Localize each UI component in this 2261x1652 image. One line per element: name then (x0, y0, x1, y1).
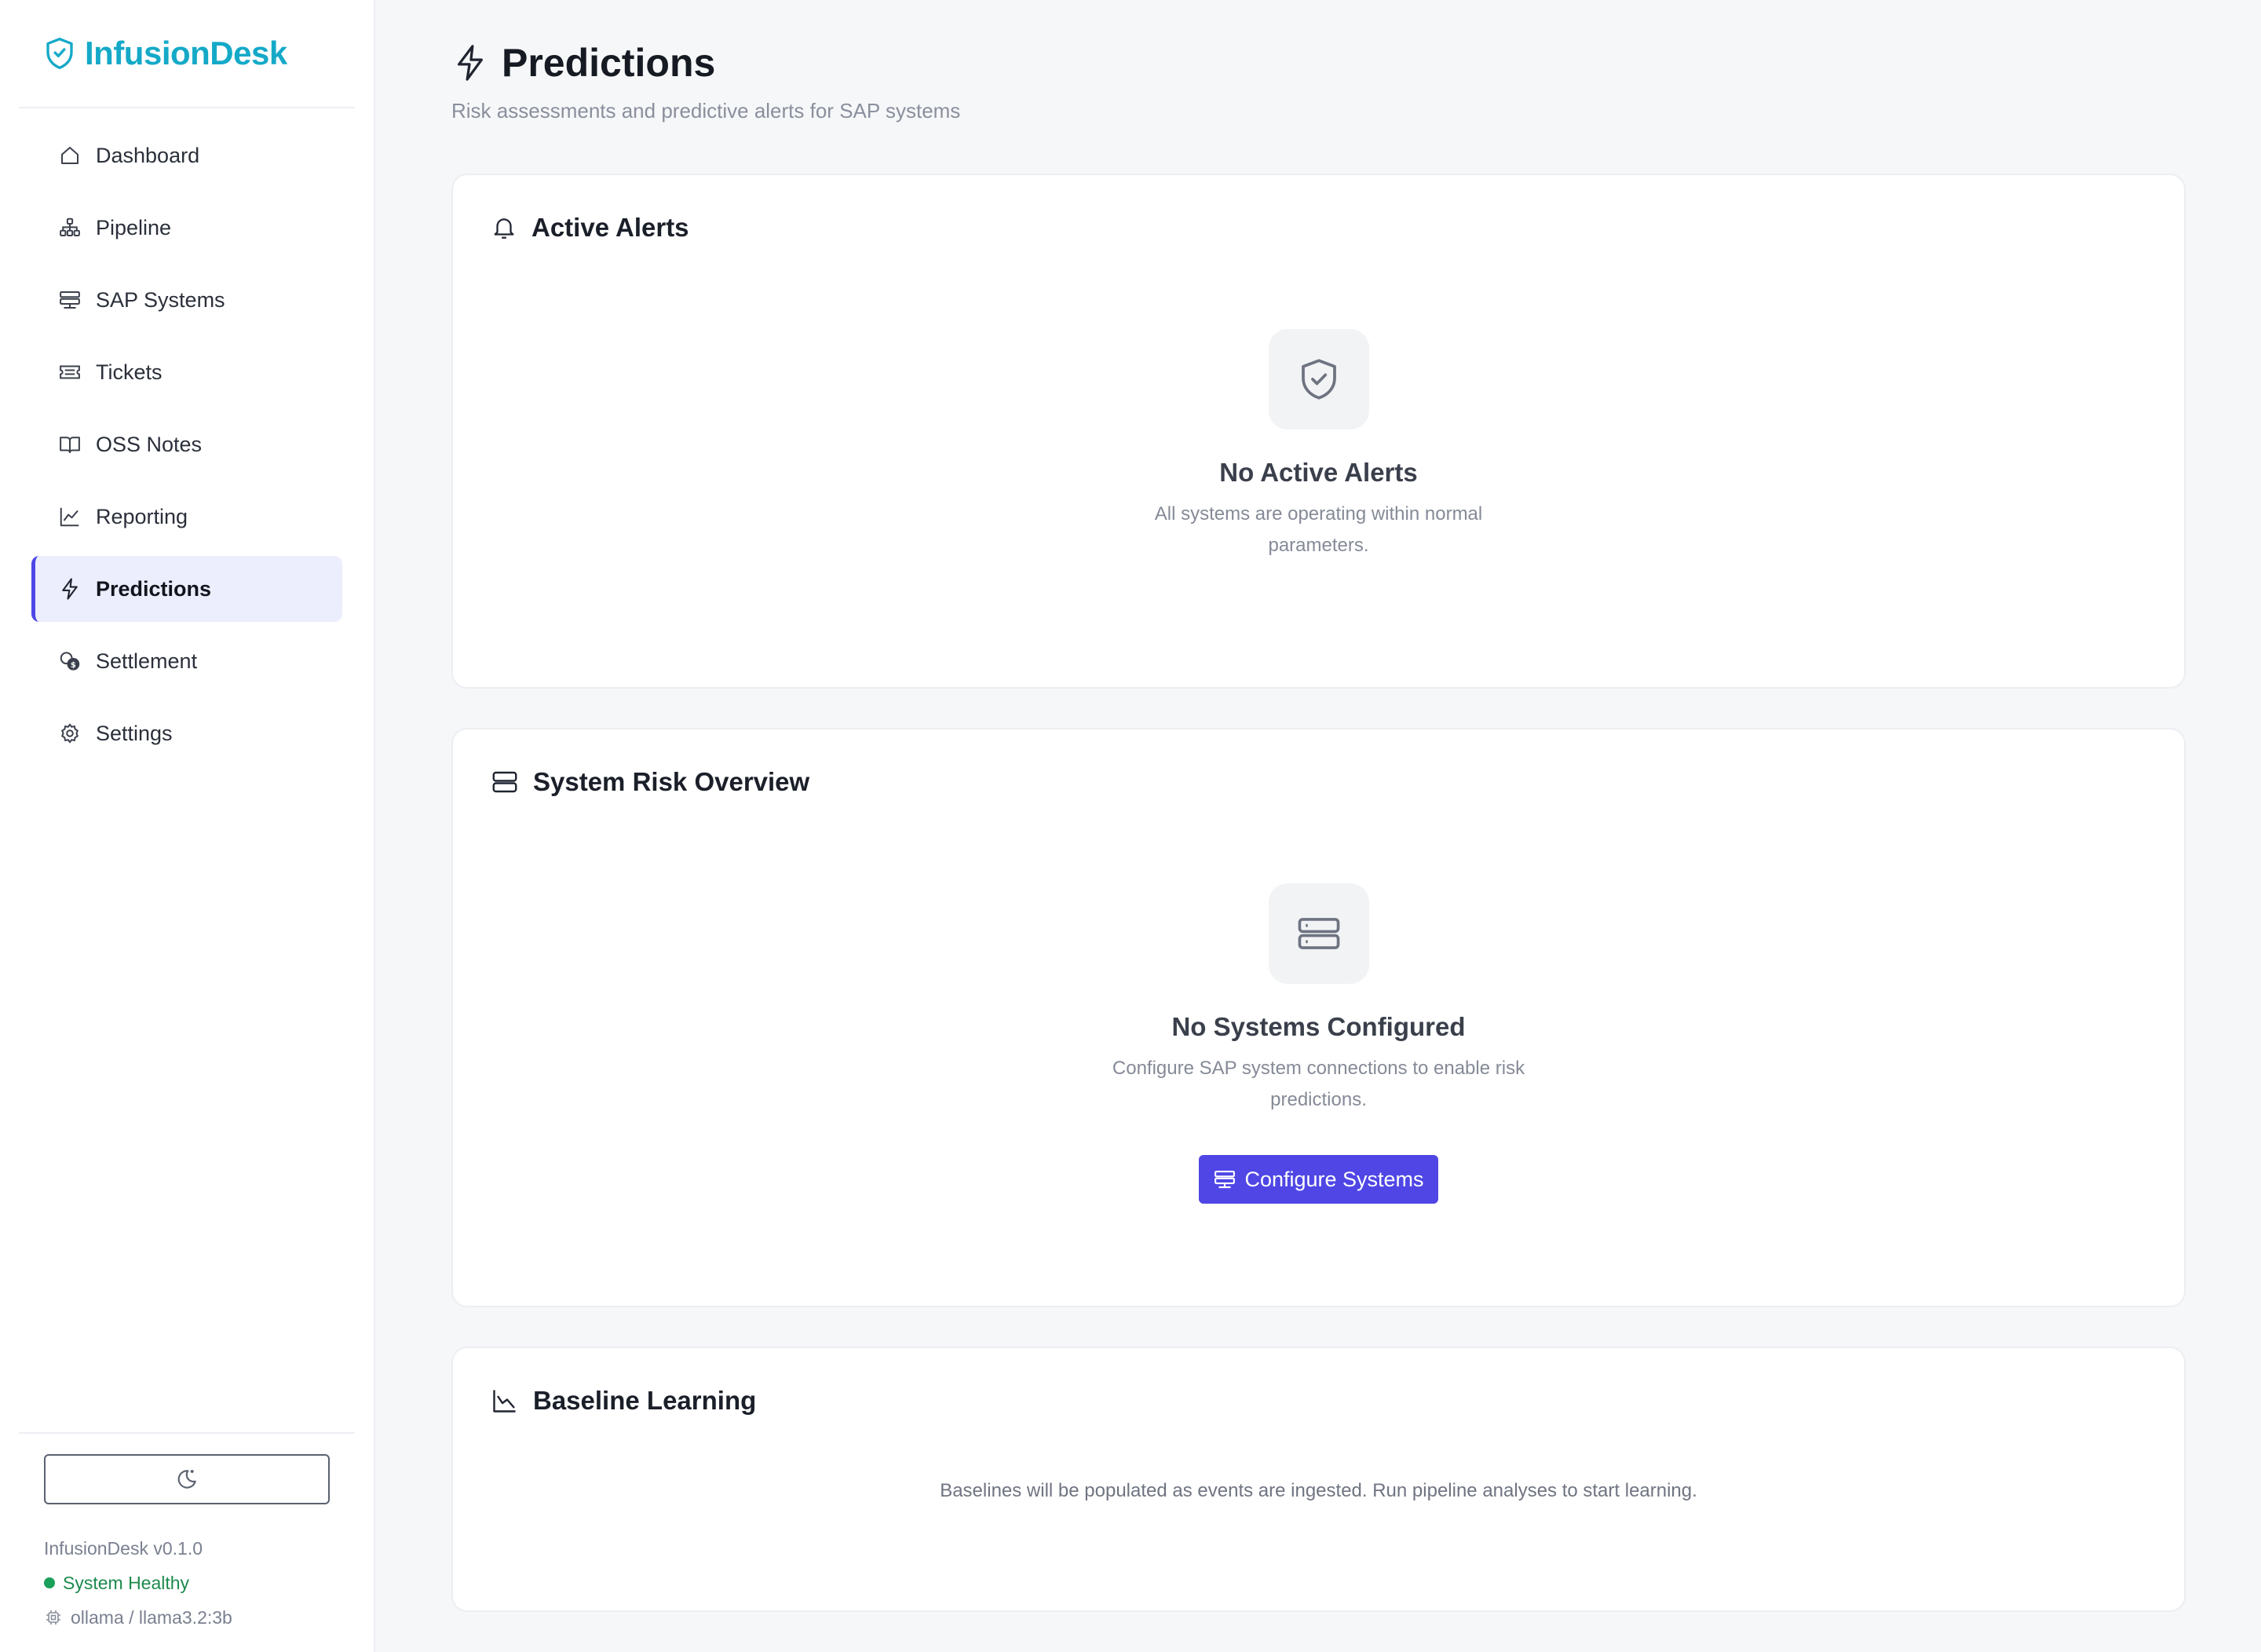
card-title: Baseline Learning (533, 1386, 757, 1415)
baseline-description: Baselines will be populated as events ar… (940, 1480, 1697, 1501)
server-icon (1213, 1168, 1236, 1191)
coins-icon: $ (58, 649, 82, 673)
sidebar-item-label: Pipeline (96, 215, 172, 239)
cpu-icon (44, 1608, 63, 1627)
pipeline-icon (58, 216, 82, 239)
sidebar-item-label: Predictions (96, 576, 212, 601)
empty-title: No Systems Configured (1171, 1012, 1466, 1041)
sidebar-item-predictions[interactable]: Predictions (31, 556, 342, 622)
brand-name: InfusionDesk (85, 35, 287, 71)
page-subtitle: Risk assessments and predictive alerts f… (451, 99, 961, 122)
sidebar-item-label: Tickets (96, 360, 163, 384)
card-title: System Risk Overview (533, 767, 810, 796)
sidebar-item-pipeline[interactable]: Pipeline (31, 195, 342, 261)
sidebar-item-label: Settings (96, 721, 173, 745)
baseline-learning-card: Baseline Learning Baselines will be popu… (451, 1347, 2186, 1612)
button-label: Configure Systems (1244, 1167, 1424, 1191)
home-icon (58, 144, 82, 167)
sidebar-item-label: Dashboard (96, 143, 200, 167)
sidebar-item-label: OSS Notes (96, 432, 203, 456)
chart-icon (491, 1387, 519, 1415)
chart-icon (58, 505, 82, 528)
app-version: InfusionDesk v0.1.0 (44, 1537, 203, 1559)
server-icon (491, 768, 519, 796)
empty-state: No Active Alerts All systems are operati… (453, 329, 2184, 561)
server-stack-icon (1268, 883, 1369, 984)
ticket-icon (58, 360, 82, 384)
model-label: ollama / llama3.2:3b (71, 1606, 232, 1628)
shield-logo-icon (44, 36, 75, 71)
sidebar: InfusionDesk Dashboard Pipeline SAP Syst… (0, 0, 375, 1652)
card-header: Baseline Learning (453, 1348, 2184, 1416)
sidebar-item-settlement[interactable]: $ Settlement (31, 628, 342, 694)
shield-check-icon (1268, 329, 1369, 429)
main-content: Predictions Risk assessments and predict… (375, 0, 2261, 1652)
sidebar-item-sap-systems[interactable]: SAP Systems (31, 267, 342, 333)
sidebar-item-oss-notes[interactable]: OSS Notes (31, 411, 342, 477)
configure-systems-button[interactable]: Configure Systems (1199, 1155, 1438, 1204)
empty-title: No Active Alerts (1219, 458, 1418, 487)
sidebar-item-dashboard[interactable]: Dashboard (31, 122, 342, 188)
system-risk-card: System Risk Overview No Systems Configur… (451, 728, 2186, 1307)
theme-toggle-button[interactable] (44, 1454, 330, 1504)
card-title: Active Alerts (531, 213, 689, 242)
sidebar-footer: InfusionDesk v0.1.0 System Healthy ollam… (19, 1432, 355, 1635)
model-info: ollama / llama3.2:3b (44, 1600, 330, 1635)
health-label: System Healthy (63, 1572, 190, 1593)
app-root: InfusionDesk Dashboard Pipeline SAP Syst… (0, 0, 2261, 1652)
sidebar-item-settings[interactable]: Settings (31, 700, 342, 766)
sidebar-item-label: Reporting (96, 504, 188, 528)
sidebar-item-reporting[interactable]: Reporting (31, 484, 342, 550)
page-title: Predictions (502, 41, 716, 85)
sidebar-item-label: Settlement (96, 649, 198, 673)
empty-description: Configure SAP system connections to enab… (1112, 1058, 1525, 1110)
system-health-status: System Healthy (44, 1566, 330, 1600)
bell-icon (491, 214, 517, 242)
book-icon (58, 433, 82, 456)
svg-text:$: $ (71, 661, 76, 670)
sidebar-nav: Dashboard Pipeline SAP Systems Tickets O… (0, 108, 374, 766)
empty-state: No Systems Configured Configure SAP syst… (453, 883, 2184, 1204)
gear-icon (58, 722, 82, 745)
page-header: Predictions (451, 35, 2186, 91)
server-icon (58, 288, 82, 312)
active-alerts-card: Active Alerts No Active Alerts All syste… (451, 174, 2186, 689)
brand[interactable]: InfusionDesk (19, 0, 355, 108)
status-dot-icon (44, 1577, 55, 1588)
lightning-icon (58, 577, 82, 601)
lightning-icon (451, 42, 488, 83)
card-header: System Risk Overview (453, 729, 2184, 797)
moon-icon (174, 1467, 199, 1492)
sidebar-item-label: SAP Systems (96, 287, 225, 312)
card-header: Active Alerts (453, 175, 2184, 243)
empty-description: All systems are operating within normal … (1154, 503, 1483, 556)
sidebar-item-tickets[interactable]: Tickets (31, 339, 342, 405)
